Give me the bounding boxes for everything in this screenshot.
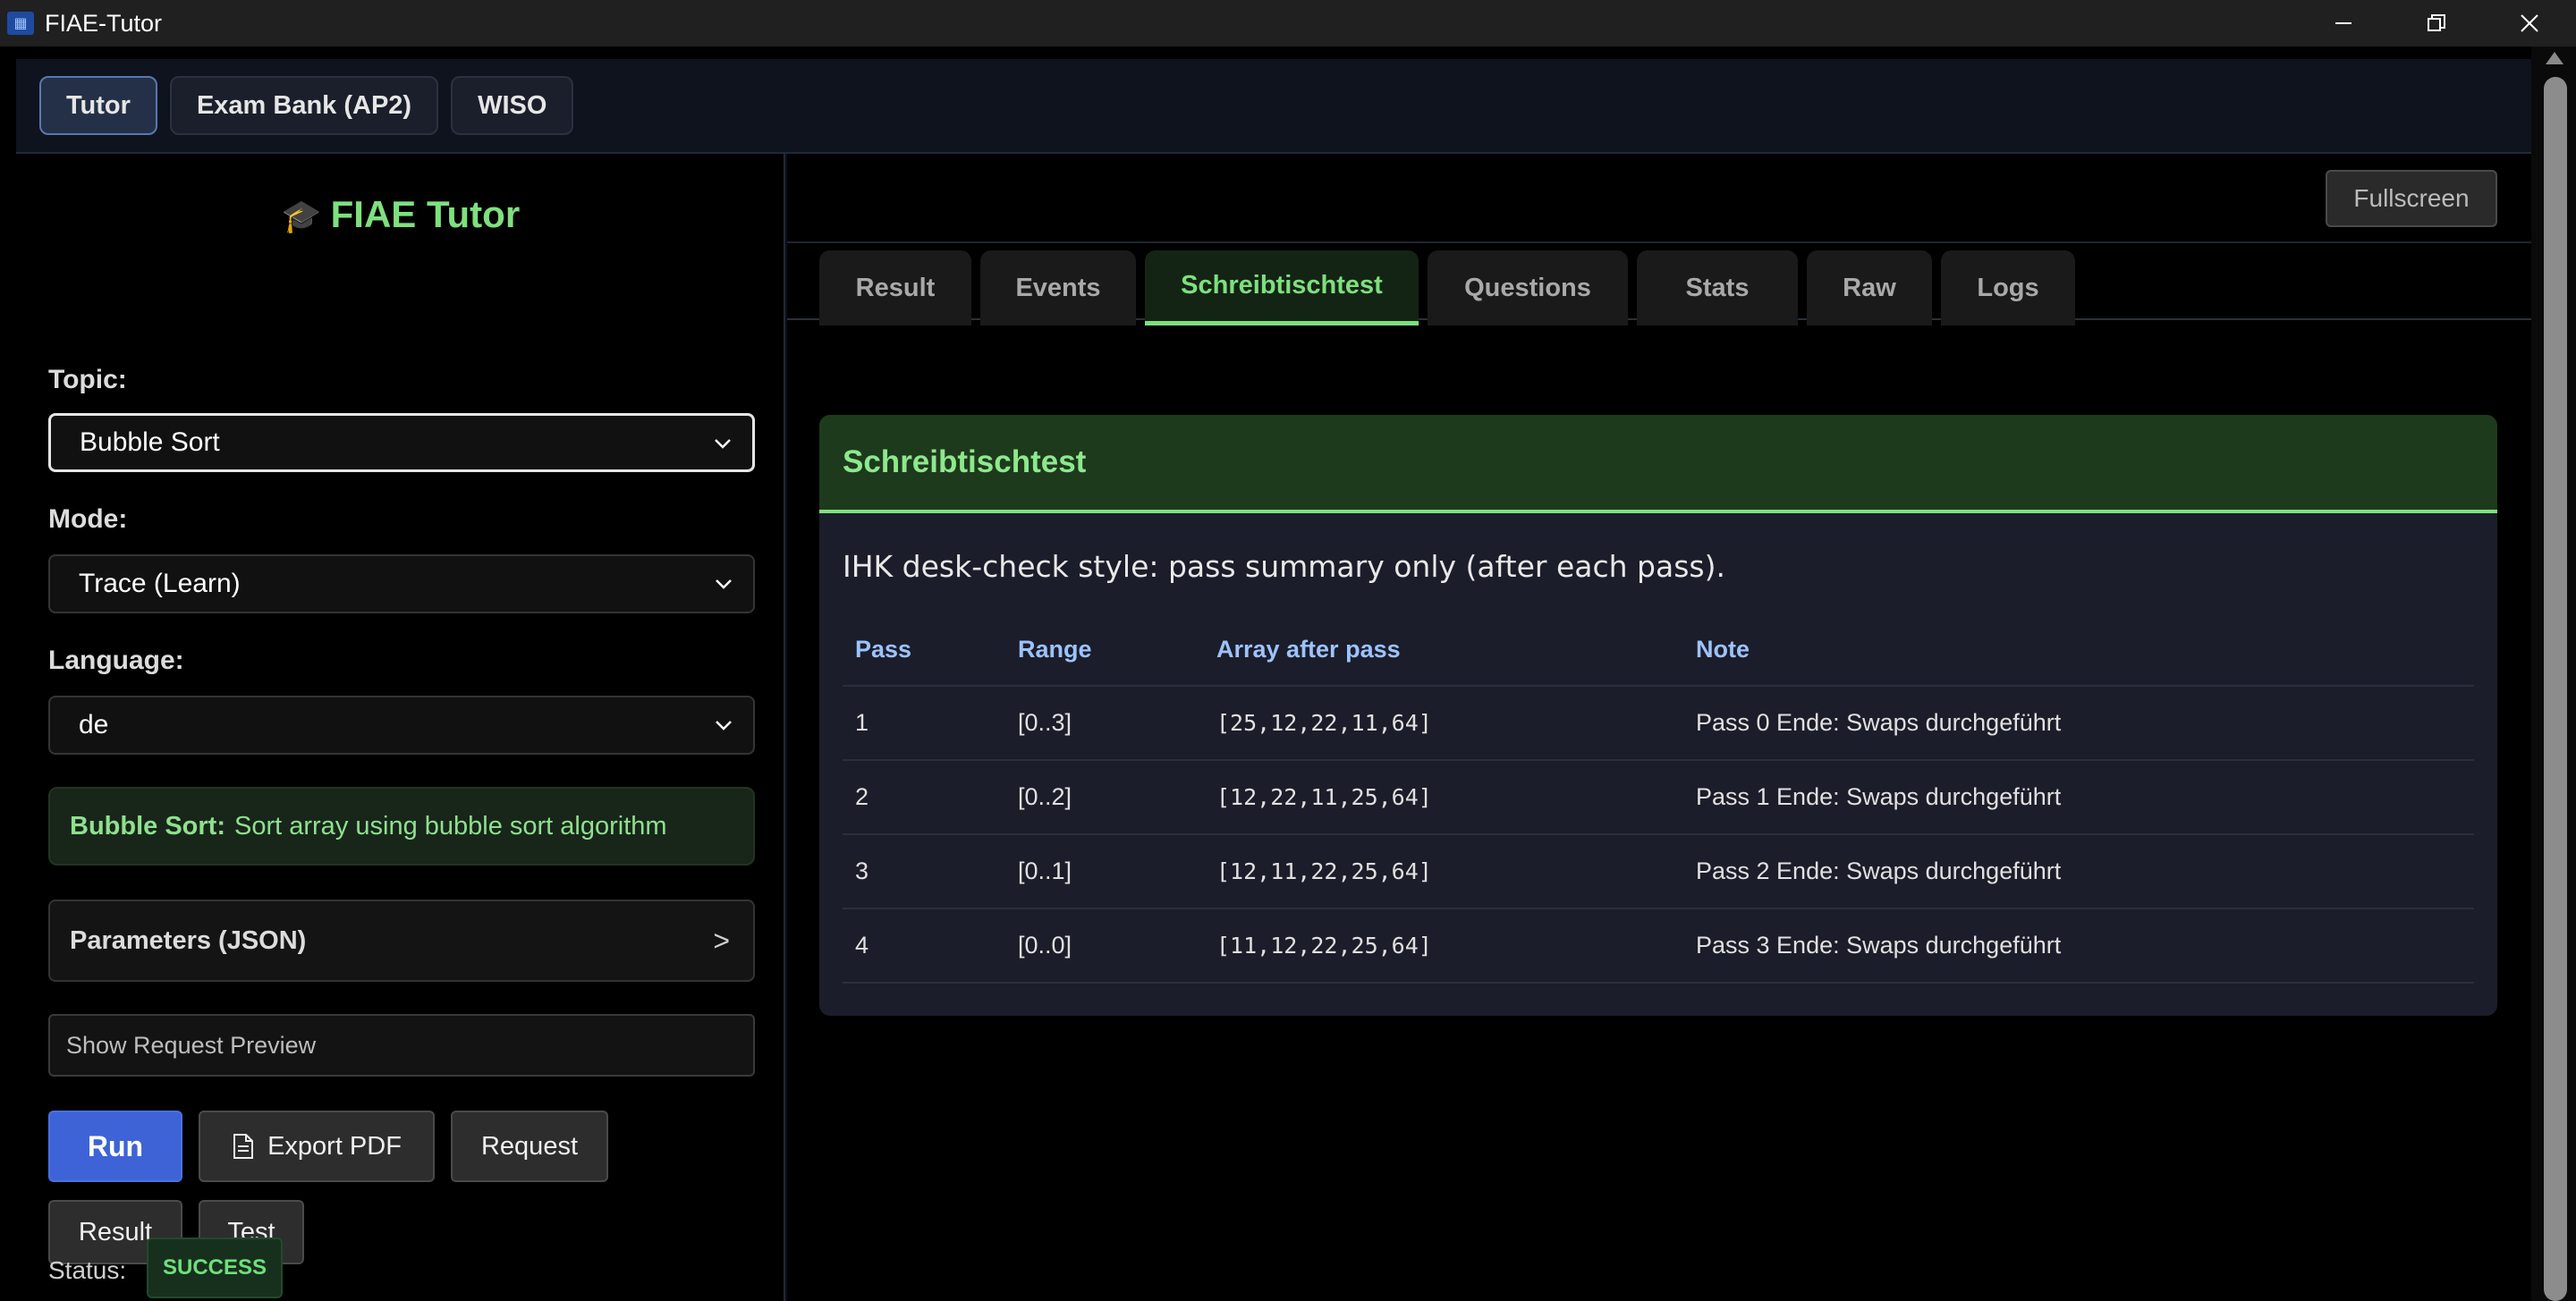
app-icon: ▦ bbox=[7, 12, 34, 35]
array-cell: [12,22,11,25,64] bbox=[1216, 784, 1432, 810]
note-cell: Pass 0 Ende: Swaps durchgeführt bbox=[1696, 709, 2062, 736]
table-row: 1 [0..3] [25,12,22,11,64] Pass 0 Ende: S… bbox=[843, 687, 2474, 761]
document-icon bbox=[233, 1134, 254, 1159]
range-cell: [0..3] bbox=[1018, 709, 1072, 736]
pass-cell: 1 bbox=[855, 709, 869, 736]
topic-select-value: Bubble Sort bbox=[80, 427, 220, 457]
nav-tab-tutor[interactable]: Tutor bbox=[39, 76, 157, 135]
pass-cell: 4 bbox=[855, 932, 869, 959]
column-header-range: Range bbox=[1018, 635, 1092, 663]
parameters-json-toggle[interactable]: Parameters (JSON) > bbox=[48, 900, 755, 982]
main-panel: Fullscreen Result Events Schreibtischtes… bbox=[787, 154, 2531, 1301]
range-cell: [0..2] bbox=[1018, 783, 1072, 810]
status-badge: SUCCESS bbox=[147, 1238, 283, 1298]
window-title: FIAE-Tutor bbox=[45, 9, 163, 37]
status-label: Status: bbox=[48, 1256, 127, 1284]
chevron-right-icon: > bbox=[713, 924, 730, 957]
topic-info-box: Bubble Sort: Sort array using bubble sor… bbox=[48, 787, 755, 866]
note-cell: Pass 1 Ende: Swaps durchgeführt bbox=[1696, 783, 2062, 810]
restore-icon[interactable] bbox=[2390, 0, 2483, 46]
pass-cell: 3 bbox=[855, 857, 869, 884]
table-row: 4 [0..0] [11,12,22,25,64] Pass 3 Ende: S… bbox=[843, 909, 2474, 984]
app-window: Tutor Exam Bank (AP2) WISO 🎓 FIAE Tutor T… bbox=[16, 59, 2531, 1301]
close-icon[interactable] bbox=[2483, 0, 2576, 46]
tab-schreibtischtest[interactable]: Schreibtischtest bbox=[1145, 250, 1419, 325]
top-nav: Tutor Exam Bank (AP2) WISO bbox=[16, 59, 2531, 154]
card-title: Schreibtischtest bbox=[819, 415, 2497, 513]
language-select-value: de bbox=[79, 710, 109, 739]
chevron-down-icon bbox=[715, 439, 731, 449]
minimize-icon[interactable] bbox=[2297, 0, 2390, 46]
mode-select-value: Trace (Learn) bbox=[79, 569, 241, 598]
range-cell: [0..1] bbox=[1018, 857, 1072, 884]
parameters-label: Parameters (JSON) bbox=[70, 925, 307, 955]
window-titlebar: ▦ FIAE-Tutor bbox=[0, 0, 2576, 46]
topic-label: Topic: bbox=[48, 365, 127, 394]
tab-result[interactable]: Result bbox=[819, 250, 971, 325]
graduation-cap-icon: 🎓 bbox=[281, 198, 322, 234]
note-cell: Pass 2 Ende: Swaps durchgeführt bbox=[1696, 857, 2062, 884]
card-description: IHK desk-check style: pass summary only … bbox=[843, 549, 1725, 584]
chevron-down-icon bbox=[716, 721, 732, 731]
nav-tab-exam-bank[interactable]: Exam Bank (AP2) bbox=[169, 76, 439, 135]
info-title: Bubble Sort: bbox=[70, 811, 225, 841]
result-tabs: Result Events Schreibtischtest Questions… bbox=[787, 241, 2531, 325]
request-button[interactable]: Request bbox=[451, 1111, 608, 1182]
show-request-preview-button[interactable]: Show Request Preview bbox=[48, 1014, 755, 1077]
schreibtischtest-card: Schreibtischtest IHK desk-check style: p… bbox=[819, 415, 2497, 1016]
info-text: Sort array using bubble sort algorithm bbox=[234, 811, 667, 841]
brand-label: FIAE Tutor bbox=[330, 193, 521, 235]
array-cell: [11,12,22,25,64] bbox=[1216, 933, 1432, 959]
array-cell: [25,12,22,11,64] bbox=[1216, 710, 1432, 736]
column-header-pass: Pass bbox=[855, 635, 912, 663]
range-cell: [0..0] bbox=[1018, 932, 1072, 959]
pass-cell: 2 bbox=[855, 783, 869, 810]
tab-questions[interactable]: Questions bbox=[1428, 250, 1628, 325]
export-pdf-label: Export PDF bbox=[267, 1131, 402, 1161]
brand-title: 🎓 FIAE Tutor bbox=[16, 193, 785, 236]
pass-table: Pass Range Array after pass Note 1 [0..3… bbox=[843, 613, 2474, 984]
mode-select[interactable]: Trace (Learn) bbox=[48, 554, 755, 613]
column-header-array: Array after pass bbox=[1216, 635, 1401, 663]
tab-stats[interactable]: Stats bbox=[1637, 250, 1798, 325]
fullscreen-button[interactable]: Fullscreen bbox=[2326, 170, 2497, 227]
tab-raw[interactable]: Raw bbox=[1807, 250, 1932, 325]
tab-logs[interactable]: Logs bbox=[1941, 250, 2075, 325]
table-row: 2 [0..2] [12,22,11,25,64] Pass 1 Ende: S… bbox=[843, 761, 2474, 835]
table-header: Pass Range Array after pass Note bbox=[843, 613, 2474, 687]
scroll-up-icon[interactable] bbox=[2546, 52, 2563, 64]
language-select[interactable]: de bbox=[48, 696, 755, 755]
nav-tab-wiso[interactable]: WISO bbox=[451, 76, 574, 135]
mode-label: Mode: bbox=[48, 504, 128, 534]
chevron-down-icon bbox=[716, 579, 732, 589]
array-cell: [12,11,22,25,64] bbox=[1216, 858, 1432, 884]
sidebar: 🎓 FIAE Tutor Topic: Bubble Sort Mode: Tra… bbox=[16, 154, 785, 1301]
language-label: Language: bbox=[48, 646, 184, 675]
tab-events[interactable]: Events bbox=[980, 250, 1136, 325]
export-pdf-button[interactable]: Export PDF bbox=[199, 1111, 435, 1182]
scrollbar-thumb[interactable] bbox=[2544, 77, 2567, 1301]
window-controls bbox=[2297, 0, 2576, 46]
table-row: 3 [0..1] [12,11,22,25,64] Pass 2 Ende: S… bbox=[843, 835, 2474, 909]
note-cell: Pass 3 Ende: Swaps durchgeführt bbox=[1696, 932, 2062, 959]
column-header-note: Note bbox=[1696, 635, 1750, 663]
run-button[interactable]: Run bbox=[48, 1111, 182, 1182]
topic-select[interactable]: Bubble Sort bbox=[48, 413, 755, 472]
